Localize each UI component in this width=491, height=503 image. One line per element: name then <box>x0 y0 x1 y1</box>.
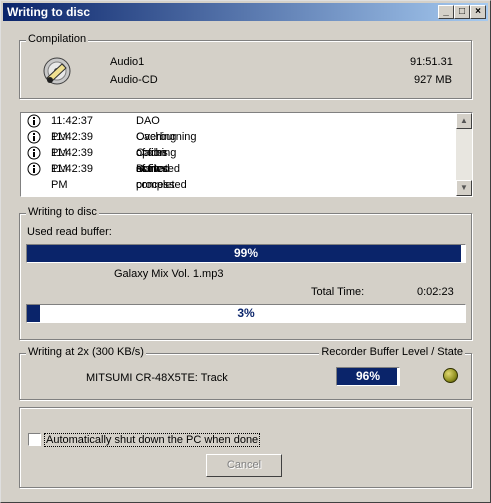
drive-name: MITSUMI CR-48X5TE: Track <box>86 372 228 384</box>
current-file: Galaxy Mix Vol. 1.mp3 <box>114 268 224 280</box>
recorder-state-led <box>443 368 458 383</box>
scroll-down-button[interactable]: ▼ <box>456 180 472 196</box>
maximize-button[interactable]: □ <box>454 5 470 19</box>
write-progress-percent: 3% <box>27 305 465 322</box>
total-time-value: 0:02:23 <box>417 286 454 298</box>
log-list[interactable]: 11:42:37 PM DAO Overburning option activ… <box>20 112 473 197</box>
recorder-group-label: Writing at 2x (300 KB/s) <box>26 346 146 358</box>
title-bar[interactable]: Writing to disc _ □ × <box>3 3 488 21</box>
write-progress-bar: 3% <box>26 304 466 323</box>
read-buffer-label: Used read buffer: <box>27 226 112 238</box>
compilation-duration: 91:51.31 <box>410 56 453 68</box>
compilation-name: Audio1 <box>110 56 145 68</box>
log-time: 11:42:39 PM <box>51 163 94 191</box>
minimize-button[interactable]: _ <box>438 5 454 19</box>
info-icon <box>27 114 41 128</box>
compilation-group-label: Compilation <box>26 33 89 45</box>
recorder-buffer-percent: 96% <box>355 369 381 383</box>
shutdown-label[interactable]: Automatically shut down the PC when done <box>44 433 261 447</box>
log-message: Burn process started at 2x (300 KB/s) <box>136 163 175 196</box>
window-title: Writing to disc <box>7 5 91 19</box>
info-icon <box>27 146 41 160</box>
compilation-group: Compilation <box>19 33 472 99</box>
info-icon <box>27 130 41 144</box>
total-time-label: Total Time: <box>311 286 365 298</box>
compilation-size: 927 MB <box>414 74 452 86</box>
scroll-up-button[interactable]: ▲ <box>456 113 472 129</box>
close-button[interactable]: × <box>470 5 486 19</box>
audio-cd-icon <box>42 56 72 89</box>
cancel-button[interactable]: Cancel <box>206 454 282 477</box>
writing-group-label: Writing to disc <box>26 206 99 218</box>
shutdown-checkbox[interactable] <box>28 433 41 446</box>
recorder-buffer-label: Recorder Buffer Level / State <box>319 346 465 358</box>
log-scrollbar[interactable]: ▲ ▼ <box>456 113 472 196</box>
read-buffer-percent: 99% <box>27 245 465 262</box>
info-icon <box>27 162 41 176</box>
recorder-buffer-bar: 96% <box>336 367 400 386</box>
read-buffer-bar: 99% <box>26 244 466 263</box>
compilation-type: Audio-CD <box>110 74 158 86</box>
